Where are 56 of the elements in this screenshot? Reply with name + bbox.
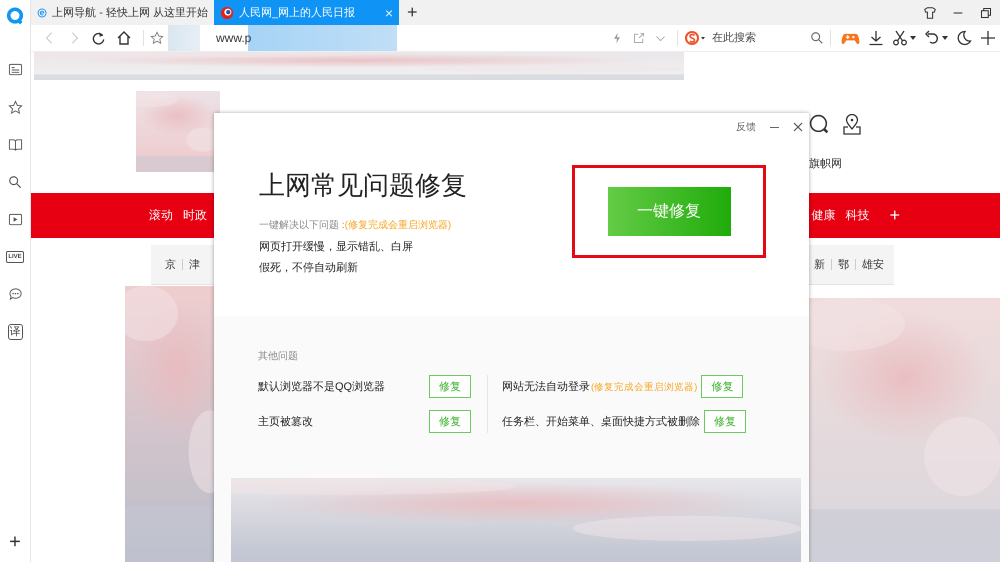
- reload-icon: [91, 30, 106, 46]
- browser-tab[interactable]: 人民网_网上的人民日报 ×: [214, 0, 399, 25]
- feedback-link[interactable]: 反馈: [736, 120, 756, 134]
- search-icon[interactable]: [8, 175, 22, 190]
- add-button[interactable]: +: [9, 532, 21, 552]
- chat-icon[interactable]: [8, 287, 22, 302]
- channel-link[interactable]: 滚动: [149, 207, 173, 224]
- scissors-icon: [892, 30, 908, 46]
- home-icon: [116, 30, 132, 46]
- issue-text: 主页被篡改: [258, 414, 313, 429]
- site-link[interactable]: 旗帜网: [809, 156, 842, 171]
- region-link[interactable]: 京: [165, 257, 176, 272]
- region-link[interactable]: 新: [814, 257, 825, 272]
- caret-icon: [910, 36, 916, 40]
- search-engine-icon[interactable]: [684, 30, 706, 46]
- dialog-heading: 上网常见问题修复: [259, 170, 467, 200]
- region-link[interactable]: 津: [189, 257, 200, 272]
- book-icon[interactable]: [8, 137, 22, 152]
- site-logo-icon: [220, 6, 234, 20]
- plus-icon: [980, 30, 996, 46]
- search-icon[interactable]: [810, 31, 824, 45]
- issue-text: 网站无法自动登录(修复完成会重启浏览器): [502, 380, 698, 394]
- section-title: 其他问题: [258, 350, 299, 363]
- bookmark-star-icon[interactable]: [150, 31, 164, 45]
- issue-text: 默认浏览器不是QQ浏览器: [258, 380, 386, 394]
- channel-link[interactable]: 时政: [183, 207, 207, 224]
- restore-icon[interactable]: [980, 6, 992, 18]
- issue-text: 网页打开缓慢，显示错乱、白屏: [259, 241, 414, 253]
- translate-icon[interactable]: 译: [8, 324, 22, 340]
- subtitle-text: 一键解决以下问题 :(修复完成会重启浏览器): [259, 218, 452, 232]
- search-icon[interactable]: [809, 114, 830, 135]
- download-icon: [868, 30, 884, 46]
- video-icon[interactable]: [8, 212, 22, 228]
- reader-icon[interactable]: [8, 62, 22, 78]
- new-tab-button[interactable]: +: [399, 0, 426, 25]
- undo-icon: [924, 30, 940, 46]
- issue-text: 假死，不停自动刷新: [259, 262, 359, 274]
- moon-icon: [956, 30, 972, 46]
- region-link[interactable]: 雄安: [862, 257, 884, 272]
- tab-title: 上网导航 - 轻快上网 从这里开始: [52, 6, 208, 20]
- tab-title: 人民网_网上的人民日报: [239, 6, 356, 20]
- caret-icon: [942, 36, 948, 40]
- browser-logo-icon[interactable]: [6, 7, 24, 25]
- issue-text: 任务栏、开始菜单、桌面快捷方式被删除: [502, 414, 700, 429]
- add-channel-button[interactable]: +: [889, 205, 900, 226]
- star-icon[interactable]: [8, 100, 22, 115]
- skin-icon[interactable]: [923, 6, 937, 20]
- browser-tab[interactable]: 上网导航 - 轻快上网 从这里开始: [31, 0, 214, 25]
- url-text: www.p: [216, 31, 252, 45]
- close-icon[interactable]: [793, 122, 803, 132]
- globe-e-icon: [37, 6, 48, 20]
- address-field[interactable]: www.p: [168, 25, 397, 51]
- channel-link[interactable]: 健康: [811, 207, 836, 224]
- channel-link[interactable]: 科技: [845, 207, 870, 224]
- location-pin-icon[interactable]: [842, 114, 862, 136]
- region-link[interactable]: 鄂: [838, 257, 849, 272]
